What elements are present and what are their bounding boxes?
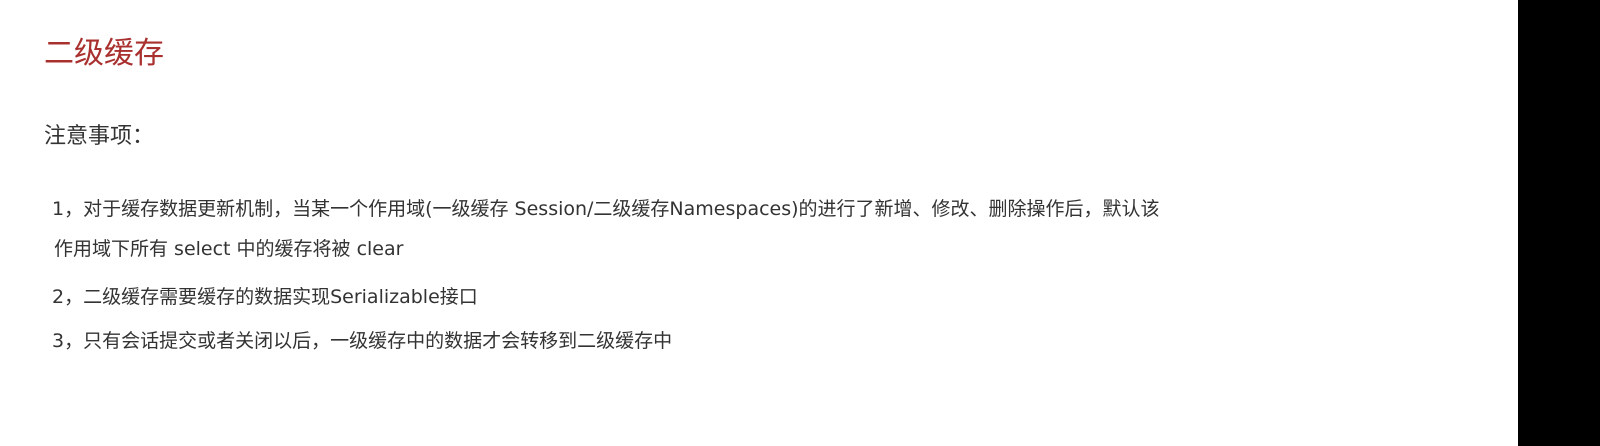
note-item-1-line-2: 作用域下所有 select 中的缓存将被 clear	[54, 238, 404, 260]
note-item-2: 2，二级缓存需要缓存的数据实现Serializable接口	[52, 286, 478, 308]
note-item-1-line-1: 1，对于缓存数据更新机制，当某一个作用域(一级缓存 Session/二级缓存Na…	[52, 198, 1160, 220]
note-item-3: 3，只有会话提交或者关闭以后，一级缓存中的数据才会转移到二级缓存中	[52, 330, 673, 352]
slide-page: 二级缓存 注意事项： 1，对于缓存数据更新机制，当某一个作用域(一级缓存 Ses…	[0, 0, 1518, 446]
slide-title: 二级缓存	[44, 36, 164, 71]
side-black-band	[1518, 0, 1600, 446]
notes-heading: 注意事项：	[44, 124, 155, 149]
